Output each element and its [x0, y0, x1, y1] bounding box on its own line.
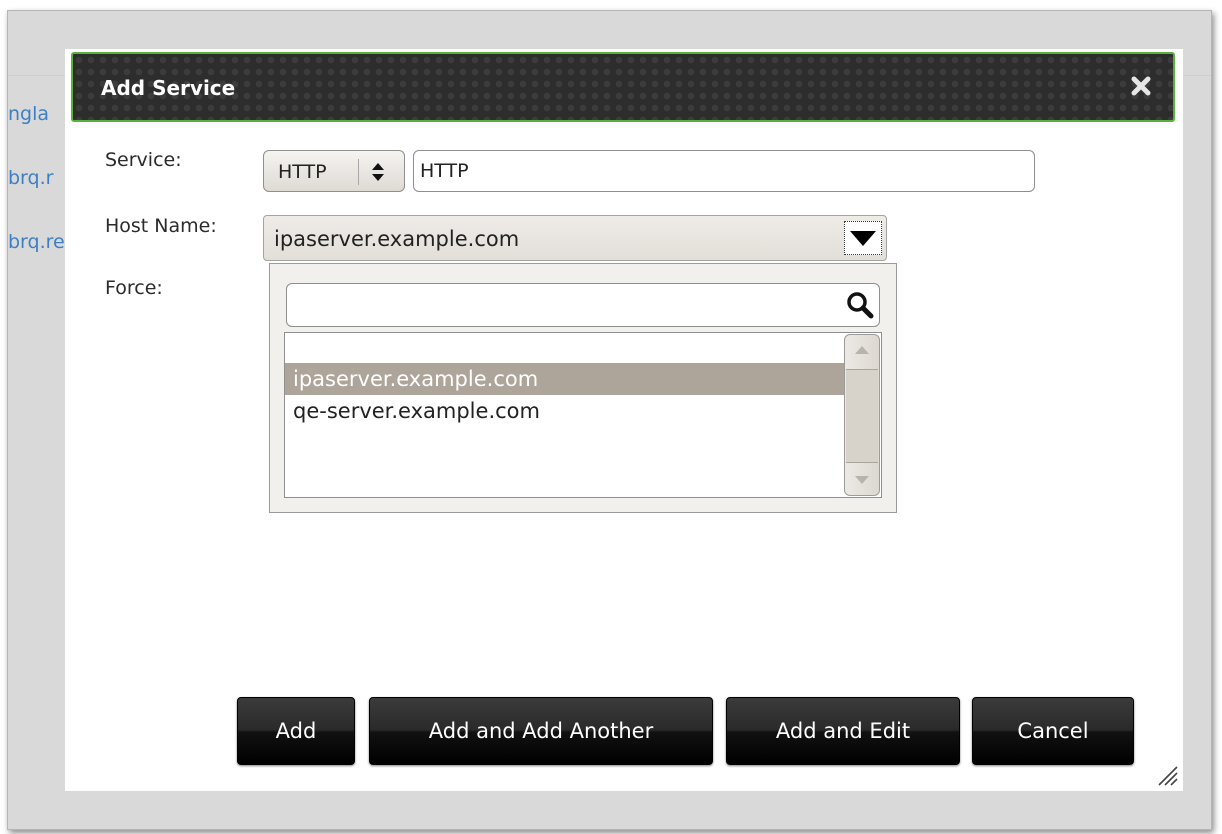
scroll-up-icon[interactable] [853, 343, 871, 357]
search-icon[interactable] [845, 290, 875, 320]
host-name-combobox[interactable]: ipaserver.example.com [263, 215, 887, 261]
force-label: Force: [105, 277, 163, 299]
scroll-down-icon[interactable] [853, 473, 871, 487]
service-protocol-value: HTTP [278, 161, 327, 183]
updown-arrows-icon [372, 163, 384, 181]
host-name-dropdown: ipaserver.example.com qe-server.example.… [269, 263, 897, 513]
service-label: Service: [105, 149, 182, 171]
host-search-input[interactable] [286, 283, 880, 327]
add-service-dialog: Add Service Service: HTTP Host Name: ipa… [65, 49, 1183, 791]
add-and-edit-button[interactable]: Add and Edit [726, 697, 960, 765]
add-and-add-another-button[interactable]: Add and Add Another [369, 697, 713, 765]
list-scrollbar[interactable] [844, 334, 880, 496]
list-item-empty[interactable] [285, 333, 844, 365]
resize-grip-icon[interactable] [1153, 761, 1179, 787]
add-button[interactable]: Add [237, 697, 355, 765]
background-link[interactable]: ngla [8, 103, 66, 125]
host-name-value: ipaserver.example.com [274, 227, 520, 251]
combobox-toggle-button[interactable] [844, 221, 882, 255]
host-name-label: Host Name: [105, 215, 217, 237]
host-options-list[interactable]: ipaserver.example.com qe-server.example.… [284, 332, 882, 498]
close-icon[interactable] [1129, 74, 1153, 98]
cancel-button[interactable]: Cancel [972, 697, 1134, 765]
service-name-input[interactable] [413, 150, 1035, 192]
service-protocol-select[interactable]: HTTP [263, 150, 405, 192]
background-link[interactable]: brq.re [8, 231, 66, 253]
list-item-selected[interactable]: ipaserver.example.com [285, 363, 844, 395]
app-window: ngla brq.r brq.re Add Service Service: H… [7, 10, 1212, 830]
dialog-titlebar[interactable]: Add Service [71, 52, 1175, 122]
scroll-thumb[interactable] [846, 369, 878, 463]
dropdown-arrow-icon [850, 231, 876, 246]
background-link[interactable]: brq.r [8, 167, 66, 189]
dialog-title: Add Service [101, 76, 236, 100]
list-item[interactable]: qe-server.example.com [285, 395, 844, 427]
select-divider [358, 159, 359, 185]
